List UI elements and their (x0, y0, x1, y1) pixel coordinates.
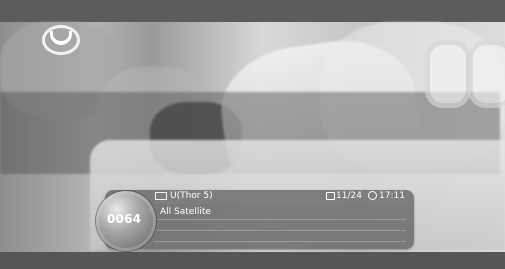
date-text: 11/24 (336, 191, 362, 201)
time-text: 17:11 (379, 191, 405, 201)
bottom-black-strip (0, 252, 505, 269)
calendar-icon (326, 192, 335, 200)
clock-icon (368, 191, 377, 200)
satellite-icon (155, 192, 167, 200)
banner-divider (153, 219, 406, 220)
airplane-window (468, 40, 505, 108)
channel-name: U(Thor 5) (170, 191, 213, 201)
banner-divider (153, 241, 406, 242)
airplane-window (425, 40, 471, 108)
tv-screen: U(Thor 5) 11/24 17:11 All Satellite 0064 (0, 0, 505, 269)
banner-divider (153, 230, 406, 231)
channel-group: All Satellite (160, 207, 211, 217)
channel-number: 0064 (107, 212, 142, 226)
